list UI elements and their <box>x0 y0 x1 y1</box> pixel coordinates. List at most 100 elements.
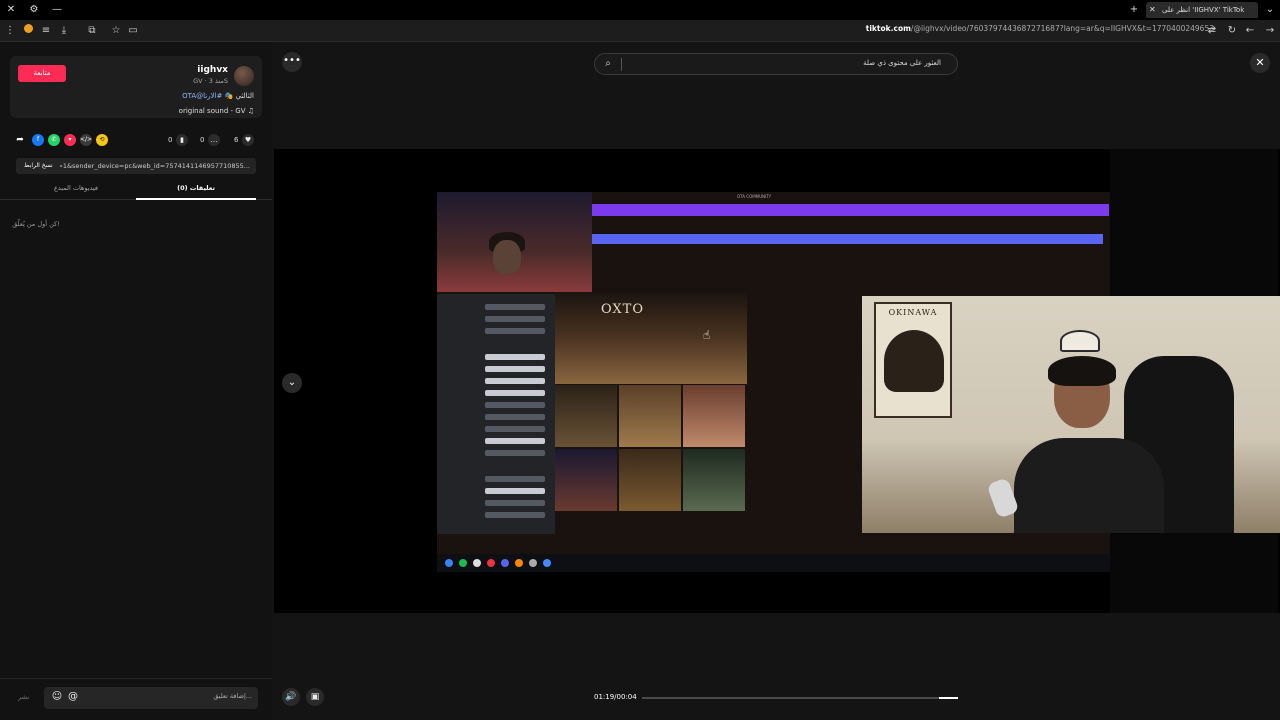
username[interactable]: iighvx <box>197 65 228 75</box>
caption-tags[interactable]: #الارتا@OTA <box>182 92 222 100</box>
avatar[interactable] <box>234 66 254 86</box>
comments-count: 0 <box>200 136 205 144</box>
bookmark-star-icon[interactable]: ☆ <box>108 23 124 39</box>
minimize-icon[interactable]: — <box>49 2 65 18</box>
progress-fill <box>939 697 958 699</box>
browser-tab[interactable]: ✕ انظر على 'IIGHVX' TikTok <box>1146 2 1258 18</box>
start-icon <box>445 559 453 567</box>
extension-icon[interactable] <box>20 23 36 39</box>
wall-poster: OKINAWA <box>874 302 952 418</box>
video-player[interactable]: OTA COMMUNITY OXTO ☝ OKINAWA <box>274 149 1280 613</box>
forward-icon[interactable]: → <box>1262 23 1278 39</box>
shared-photo <box>555 449 617 511</box>
discord-channel-list <box>437 294 555 534</box>
tab-creator-videos[interactable]: فيديوهات المبدع <box>16 184 136 192</box>
tab-list-icon[interactable]: ⌄ <box>1262 2 1278 18</box>
share-link-box: نسخ الرابط ...pp=1&sender_device=pc&web_… <box>16 158 256 174</box>
url-domain: tiktok.com <box>865 24 911 33</box>
streamer <box>1014 356 1164 533</box>
post-comment-button[interactable]: نشر <box>18 693 29 701</box>
cast-icon[interactable]: ▭ <box>125 23 141 39</box>
channel-item <box>485 354 545 360</box>
sound-name: original sound - GV <box>178 107 246 115</box>
browser-titlebar: ✕ ⚙ — + ✕ انظر على 'IIGHVX' TikTok ⌄ <box>0 0 1280 20</box>
share-arrow-icon[interactable]: ➦ <box>14 134 26 146</box>
shared-photo-main: OXTO <box>555 292 747 384</box>
player-controls: 🔊 ▣ 01:19/00:04 <box>272 682 1280 712</box>
mini-player-icon[interactable]: ▣ <box>306 688 324 706</box>
repost-icon[interactable]: ⟲ <box>96 134 108 146</box>
volume-icon[interactable]: 🔊 <box>282 688 300 706</box>
sound-link[interactable]: original sound - GV ♫ <box>179 107 254 115</box>
url-field[interactable]: tiktok.com/@iighvx/video/760379744368727… <box>866 24 1214 33</box>
panel-tabs: فيديوهات المبدع تعليقات (0) <box>0 182 272 200</box>
app-icon <box>459 559 467 567</box>
facecam-small <box>437 192 592 292</box>
app-icon <box>515 559 523 567</box>
close-icon[interactable]: ✕ <box>1250 53 1270 73</box>
new-tab-icon[interactable]: + <box>1126 2 1142 18</box>
next-video-button[interactable]: ⌄ <box>282 373 302 393</box>
copy-link-button[interactable]: نسخ الرابط <box>20 160 57 172</box>
channel-item <box>485 512 545 518</box>
more-options-button[interactable]: ••• <box>282 52 302 72</box>
channel-item <box>485 328 545 334</box>
menu-icon[interactable]: ⋮ <box>2 23 18 39</box>
emoji-icon[interactable]: ☺ <box>50 690 64 704</box>
back-icon[interactable]: ← <box>1242 23 1258 39</box>
channel-item <box>485 450 545 456</box>
saves-count: 0 <box>168 136 173 144</box>
comment-placeholder: إضافة تعليق... <box>213 692 252 700</box>
bookmark-icon[interactable]: ▮ <box>176 134 188 146</box>
shared-photo <box>683 385 745 447</box>
time-display: 01:19/00:04 <box>594 693 637 701</box>
site-settings-icon[interactable]: ⇄ <box>1204 23 1220 39</box>
poster-title: OKINAWA <box>888 308 938 317</box>
streamer-hair <box>1048 356 1116 386</box>
facebook-icon[interactable]: f <box>32 134 44 146</box>
creator-card: متابعة iighvx GV · منذ 3S الثالثي 🎭 #الا… <box>10 56 262 118</box>
follow-button[interactable]: متابعة <box>18 65 66 82</box>
action-row: ➦ f ✆ ▾ </> ⟲ 0 ▮ 0 … 6 ♥ <box>14 134 260 148</box>
music-note-icon: ♫ <box>247 107 254 115</box>
embed-icon[interactable]: </> <box>80 134 92 146</box>
mention-icon[interactable]: @ <box>66 690 80 704</box>
app-icon <box>543 559 551 567</box>
heart-icon[interactable]: ♥ <box>242 134 254 146</box>
close-tab-icon[interactable]: ✕ <box>1149 2 1156 18</box>
app-icon <box>487 559 495 567</box>
extensions-icon[interactable]: ⧉ <box>84 23 100 39</box>
app-icon <box>501 559 509 567</box>
pinterest-icon[interactable]: ▾ <box>64 134 76 146</box>
download-icon[interactable]: ⤓ <box>56 23 72 39</box>
taskbar <box>437 554 1110 572</box>
channel-item <box>485 488 545 494</box>
facecam-head <box>493 240 521 274</box>
mouse-cursor-icon: ☝ <box>703 328 711 342</box>
caption-text: الثالثي 🎭 <box>224 92 254 100</box>
search-icon[interactable]: ⌕ <box>601 57 615 71</box>
comment-icon[interactable]: … <box>208 134 220 146</box>
caption: الثالثي 🎭 #الارتا@OTA <box>182 92 254 100</box>
likes-count: 6 <box>234 136 239 144</box>
share-link[interactable]: ...pp=1&sender_device=pc&web_id=75741411… <box>60 160 250 172</box>
whatsapp-icon[interactable]: ✆ <box>48 134 60 146</box>
comment-input[interactable]: ☺ @ إضافة تعليق... <box>44 687 258 709</box>
reload-icon[interactable]: ↻ <box>1224 23 1240 39</box>
close-window-icon[interactable]: ✕ <box>3 2 19 18</box>
filter-icon[interactable]: ≡ <box>38 23 54 39</box>
search-divider <box>621 58 622 71</box>
app-icon <box>473 559 481 567</box>
channel-item <box>485 414 545 420</box>
settings-icon[interactable]: ⚙ <box>26 2 42 18</box>
progress-bar[interactable] <box>642 697 958 699</box>
post-meta: GV · منذ 3S <box>193 77 228 85</box>
related-search[interactable]: ⌕ العثور على محتوى ذي صلة <box>594 53 958 75</box>
channel-item <box>485 500 545 506</box>
app-icon <box>529 559 537 567</box>
channel-item <box>485 378 545 384</box>
discord-notice-bar <box>592 204 1109 216</box>
details-panel: متابعة iighvx GV · منذ 3S الثالثي 🎭 #الا… <box>0 42 272 720</box>
tab-comments[interactable]: تعليقات (0) <box>136 184 256 192</box>
channel-item <box>485 304 545 310</box>
